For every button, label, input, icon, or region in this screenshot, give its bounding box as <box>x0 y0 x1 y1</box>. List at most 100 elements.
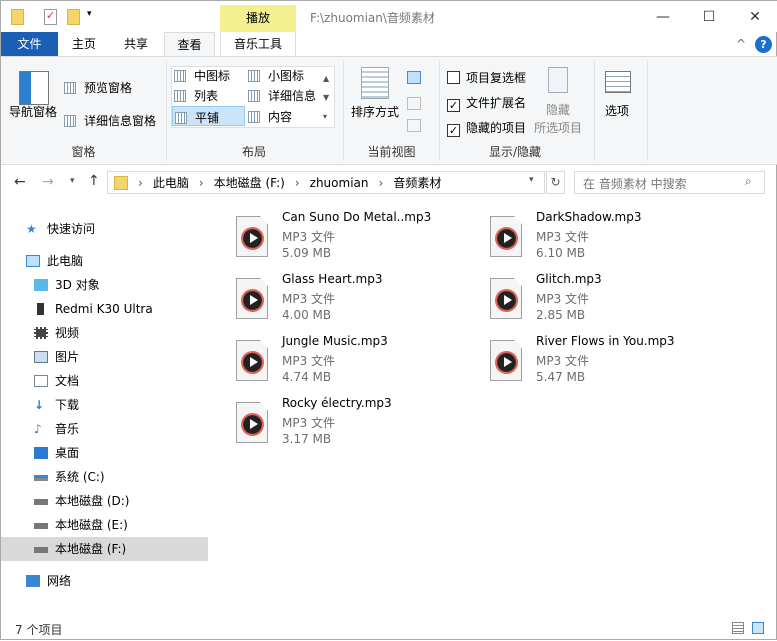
minimize-button[interactable]: — <box>640 5 686 29</box>
file-type: MP3 文件 <box>536 292 590 306</box>
nav-pictures[interactable]: 图片 <box>1 345 208 369</box>
navigation-pane-button[interactable]: 导航窗格 <box>9 103 57 120</box>
nav-drive-d[interactable]: 本地磁盘 (D:) <box>1 489 208 513</box>
label: 项目复选框 <box>466 71 527 85</box>
file-type: MP3 文件 <box>536 230 590 244</box>
up-button[interactable]: ↑ <box>88 173 100 189</box>
label: 下载 <box>55 398 80 412</box>
collapse-ribbon-icon[interactable]: ^ <box>736 37 746 51</box>
nav-this-pc[interactable]: 此电脑 <box>1 249 208 273</box>
preview-pane-button[interactable]: 预览窗格 <box>64 79 132 96</box>
tab-music-tools[interactable]: 音乐工具 <box>220 32 296 56</box>
nav-downloads[interactable]: ↓ 下载 <box>1 393 208 417</box>
file-size: 5.09 MB <box>282 246 332 260</box>
file-item[interactable]: Can Suno Do Metal..mp3 MP3 文件 5.09 MB <box>236 210 476 270</box>
customize-quick-access-icon[interactable]: ▾ <box>87 9 92 19</box>
details-view-icon[interactable] <box>732 622 744 634</box>
label: 本地磁盘 (E:) <box>55 518 128 532</box>
nav-network[interactable]: 网络 <box>1 569 208 593</box>
nav-desktop[interactable]: 桌面 <box>1 441 208 465</box>
layout-list[interactable]: 列表 <box>174 87 218 104</box>
folder-icon <box>114 175 128 190</box>
maximize-button[interactable]: ☐ <box>686 5 732 29</box>
gallery-scroll[interactable]: ▲ ▼ ▾ <box>323 69 329 126</box>
group-by-icon[interactable] <box>407 71 421 84</box>
label: 本地磁盘 (F:) <box>55 542 127 556</box>
file-extensions-toggle[interactable]: ✓ 文件扩展名 <box>447 94 526 112</box>
nav-phone[interactable]: Redmi K30 Ultra <box>1 297 208 321</box>
refresh-button[interactable]: ↻ <box>546 171 565 194</box>
file-name: River Flows in You.mp3 <box>536 334 675 348</box>
back-button[interactable]: ← <box>14 174 26 190</box>
navigation-pane: ★ 快速访问 此电脑 3D 对象 Redmi K30 Ultra 视频 图片 文档… <box>1 206 208 616</box>
layout-tiles[interactable]: 平铺 <box>172 106 245 126</box>
breadcrumb-item[interactable]: 音频素材 <box>393 174 441 191</box>
hidden-items-toggle[interactable]: ✓ 隐藏的项目 <box>447 119 526 137</box>
details-icon <box>248 90 260 102</box>
add-columns-icon <box>407 97 421 110</box>
breadcrumb-item[interactable]: zhuomian <box>310 176 369 190</box>
label: 文档 <box>55 374 80 388</box>
group-label-show-hide: 显示/隐藏 <box>488 145 542 159</box>
nav-drive-f[interactable]: 本地磁盘 (F:) <box>1 537 208 561</box>
title-bar: ✓ ▾ 播放 F:\zhuomian\音频素材 — ☐ ✕ <box>1 1 777 32</box>
layout-medium-icons[interactable]: 中图标 <box>174 67 230 84</box>
file-item[interactable]: Jungle Music.mp3 MP3 文件 4.74 MB <box>236 334 476 394</box>
recent-locations-button[interactable]: ▾ <box>70 176 75 186</box>
nav-3d-objects[interactable]: 3D 对象 <box>1 273 208 297</box>
nav-drive-e[interactable]: 本地磁盘 (E:) <box>1 513 208 537</box>
nav-music[interactable]: ♪ 音乐 <box>1 417 208 441</box>
file-item[interactable]: River Flows in You.mp3 MP3 文件 5.47 MB <box>490 334 730 394</box>
nav-quick-access[interactable]: ★ 快速访问 <box>1 217 208 241</box>
item-count: 7 个项目 <box>15 623 63 637</box>
file-item[interactable]: Rocky électry.mp3 MP3 文件 3.17 MB <box>236 396 476 456</box>
file-item[interactable]: Glass Heart.mp3 MP3 文件 4.00 MB <box>236 272 476 332</box>
file-item[interactable]: Glitch.mp3 MP3 文件 2.85 MB <box>490 272 730 332</box>
preview-pane-label: 预览窗格 <box>84 81 133 95</box>
file-name: Rocky électry.mp3 <box>282 396 392 410</box>
large-icons-view-icon[interactable] <box>752 622 764 634</box>
address-input[interactable]: › 此电脑 › 本地磁盘 (F:) › zhuomian › 音频素材 <box>107 171 545 194</box>
tab-view[interactable]: 查看 <box>164 32 215 57</box>
system-drive-icon <box>34 475 48 481</box>
nav-videos[interactable]: 视频 <box>1 321 208 345</box>
group-label-current-view: 当前视图 <box>367 145 416 159</box>
label: 小图标 <box>268 69 305 83</box>
hide-selected-icon <box>548 67 568 93</box>
details-pane-button[interactable]: 详细信息窗格 <box>64 112 156 129</box>
item-checkboxes-toggle[interactable]: 项目复选框 <box>447 69 526 86</box>
new-folder-icon[interactable] <box>67 9 80 25</box>
tab-home[interactable]: 主页 <box>61 32 107 56</box>
close-button[interactable]: ✕ <box>732 5 777 29</box>
network-icon <box>26 575 40 587</box>
hide-selected-button[interactable]: 隐藏 <box>546 101 570 118</box>
label: 平铺 <box>195 111 220 125</box>
nav-documents[interactable]: 文档 <box>1 369 208 393</box>
help-icon[interactable]: ? <box>755 36 772 53</box>
tab-share[interactable]: 共享 <box>113 32 159 56</box>
forward-button[interactable]: → <box>42 174 54 190</box>
nav-drive-c[interactable]: 系统 (C:) <box>1 465 208 489</box>
breadcrumb-item[interactable]: 此电脑 <box>153 174 189 191</box>
layout-content[interactable]: 内容 <box>248 108 292 125</box>
address-dropdown-icon[interactable]: ▾ <box>529 175 534 185</box>
breadcrumb-item[interactable]: 本地磁盘 (F:) <box>214 174 285 191</box>
layout-details[interactable]: 详细信息 <box>248 87 316 104</box>
content-icon <box>248 111 260 123</box>
sort-by-button[interactable]: 排序方式 <box>351 103 399 120</box>
computer-icon <box>26 255 40 267</box>
file-item[interactable]: DarkShadow.mp3 MP3 文件 6.10 MB <box>490 210 730 270</box>
file-size: 5.47 MB <box>536 370 586 384</box>
layout-small-icons[interactable]: 小图标 <box>248 67 304 84</box>
search-input[interactable]: 在 音频素材 中搜索 <box>574 171 765 194</box>
properties-icon[interactable]: ✓ <box>44 9 57 25</box>
search-icon: ⌕ <box>745 174 752 188</box>
chevron-icon: › <box>198 175 204 190</box>
drive-icon <box>34 499 48 505</box>
play-icon <box>495 289 518 312</box>
contextual-tab-play: 播放 <box>220 5 296 32</box>
folder-icon[interactable] <box>11 9 24 25</box>
pictures-icon <box>34 351 48 363</box>
play-icon <box>241 289 264 312</box>
options-button[interactable]: 选项 <box>605 102 629 119</box>
